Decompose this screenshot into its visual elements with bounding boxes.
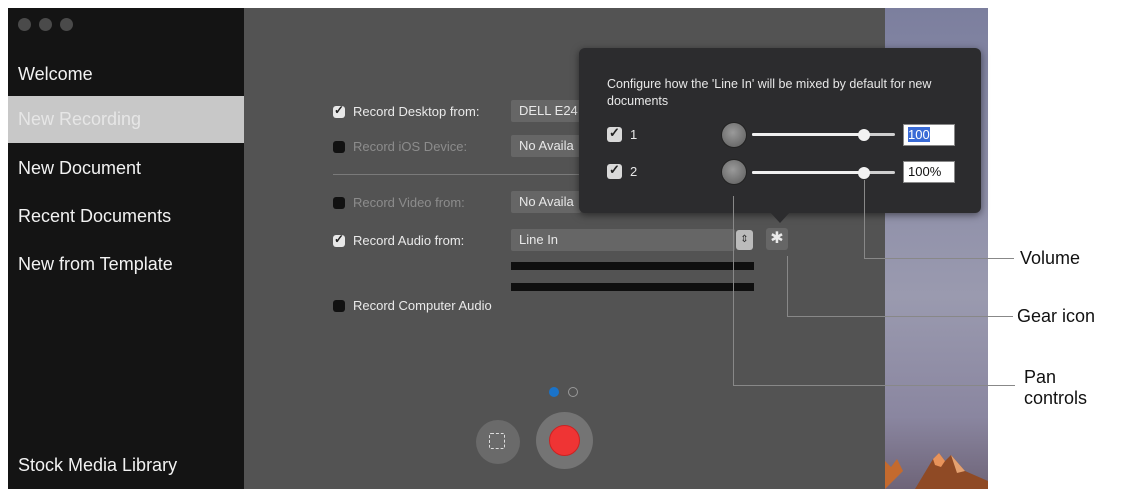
- audio-level-meter: [511, 283, 754, 291]
- zoom-window-button[interactable]: [60, 18, 73, 31]
- section-divider: [333, 174, 593, 175]
- window-controls: [18, 18, 73, 31]
- record-audio-row: Record Audio from:: [333, 232, 465, 248]
- volume-field-channel-2[interactable]: 100%: [903, 161, 955, 183]
- record-ios-row: Record iOS Device:: [333, 139, 467, 154]
- volume-slider-thumb-channel-1[interactable]: [858, 129, 870, 141]
- volume-value-channel-1: 100: [908, 127, 930, 142]
- channel-2-label: 2: [630, 164, 638, 179]
- close-window-button[interactable]: [18, 18, 31, 31]
- gear-callout-label: Gear icon: [1017, 306, 1096, 326]
- record-video-checkbox[interactable]: [333, 196, 345, 209]
- gear-callout-line: [787, 316, 1013, 317]
- popover-arrow: [769, 211, 791, 223]
- record-ios-label: Record iOS Device:: [353, 139, 468, 154]
- channel-2-checkbox[interactable]: [607, 162, 622, 179]
- capture-area-button[interactable]: [476, 420, 520, 464]
- record-video-row: Record Video from:: [333, 195, 465, 210]
- record-computer-audio-checkbox[interactable]: [333, 299, 345, 312]
- volume-fill-channel-2: [752, 171, 864, 174]
- minimize-window-button[interactable]: [39, 18, 52, 31]
- record-button[interactable]: [536, 412, 593, 469]
- record-ios-checkbox[interactable]: [333, 140, 345, 153]
- record-audio-checkbox[interactable]: [333, 232, 345, 247]
- audio-level-meter: [511, 262, 754, 270]
- record-desktop-select[interactable]: DELL E24: [511, 100, 581, 122]
- gear-icon[interactable]: ✱: [766, 228, 788, 250]
- record-desktop-label: Record Desktop from:: [353, 104, 480, 119]
- sidebar-item-new-recording[interactable]: New Recording: [8, 96, 244, 143]
- sidebar-item-new-from-template[interactable]: New from Template: [18, 254, 173, 275]
- pan-knob-channel-2[interactable]: [722, 160, 746, 184]
- popover-title: Configure how the 'Line In' will be mixe…: [607, 77, 932, 108]
- record-icon: [549, 425, 580, 456]
- sidebar-item-recent-documents[interactable]: Recent Documents: [18, 206, 171, 227]
- record-desktop-checkbox[interactable]: [333, 103, 345, 118]
- record-computer-audio-row: Record Computer Audio: [333, 298, 492, 313]
- record-ios-select[interactable]: No Availa: [511, 135, 581, 157]
- sidebar: Welcome New Recording New Document Recen…: [8, 8, 244, 489]
- volume-callout-line: [864, 180, 865, 258]
- volume-fill-channel-1: [752, 133, 864, 136]
- gear-callout-line: [787, 256, 788, 316]
- volume-callout-label: Volume: [1020, 248, 1081, 268]
- sidebar-item-new-document[interactable]: New Document: [18, 158, 141, 179]
- audio-source-stepper-icon[interactable]: ⇕: [736, 230, 753, 250]
- volume-callout-line: [864, 258, 1014, 259]
- record-video-label: Record Video from:: [353, 195, 465, 210]
- record-video-select[interactable]: No Availa: [511, 191, 581, 213]
- mountain-image: [885, 453, 988, 489]
- pan-callout-line: [733, 385, 1015, 386]
- pan-callout-label: Pan controls: [1024, 367, 1088, 408]
- record-desktop-row: Record Desktop from:: [333, 103, 480, 119]
- volume-field-channel-1[interactable]: 100: [903, 124, 955, 146]
- volume-slider-thumb-channel-2[interactable]: [858, 167, 870, 179]
- page-indicator[interactable]: [568, 387, 578, 397]
- record-audio-select[interactable]: Line In: [511, 229, 735, 251]
- pan-callout-line: [733, 196, 734, 385]
- pan-knob-channel-1[interactable]: [722, 123, 746, 147]
- channel-1-checkbox[interactable]: [607, 125, 622, 142]
- record-audio-label: Record Audio from:: [353, 233, 465, 248]
- sidebar-item-stock-media-library[interactable]: Stock Media Library: [18, 455, 177, 476]
- record-computer-audio-label: Record Computer Audio: [353, 298, 492, 313]
- sidebar-item-label: New Recording: [18, 109, 142, 129]
- page-indicator-active[interactable]: [549, 387, 559, 397]
- channel-1-label: 1: [630, 127, 638, 142]
- selection-icon: [489, 433, 505, 449]
- sidebar-item-welcome[interactable]: Welcome: [18, 64, 93, 85]
